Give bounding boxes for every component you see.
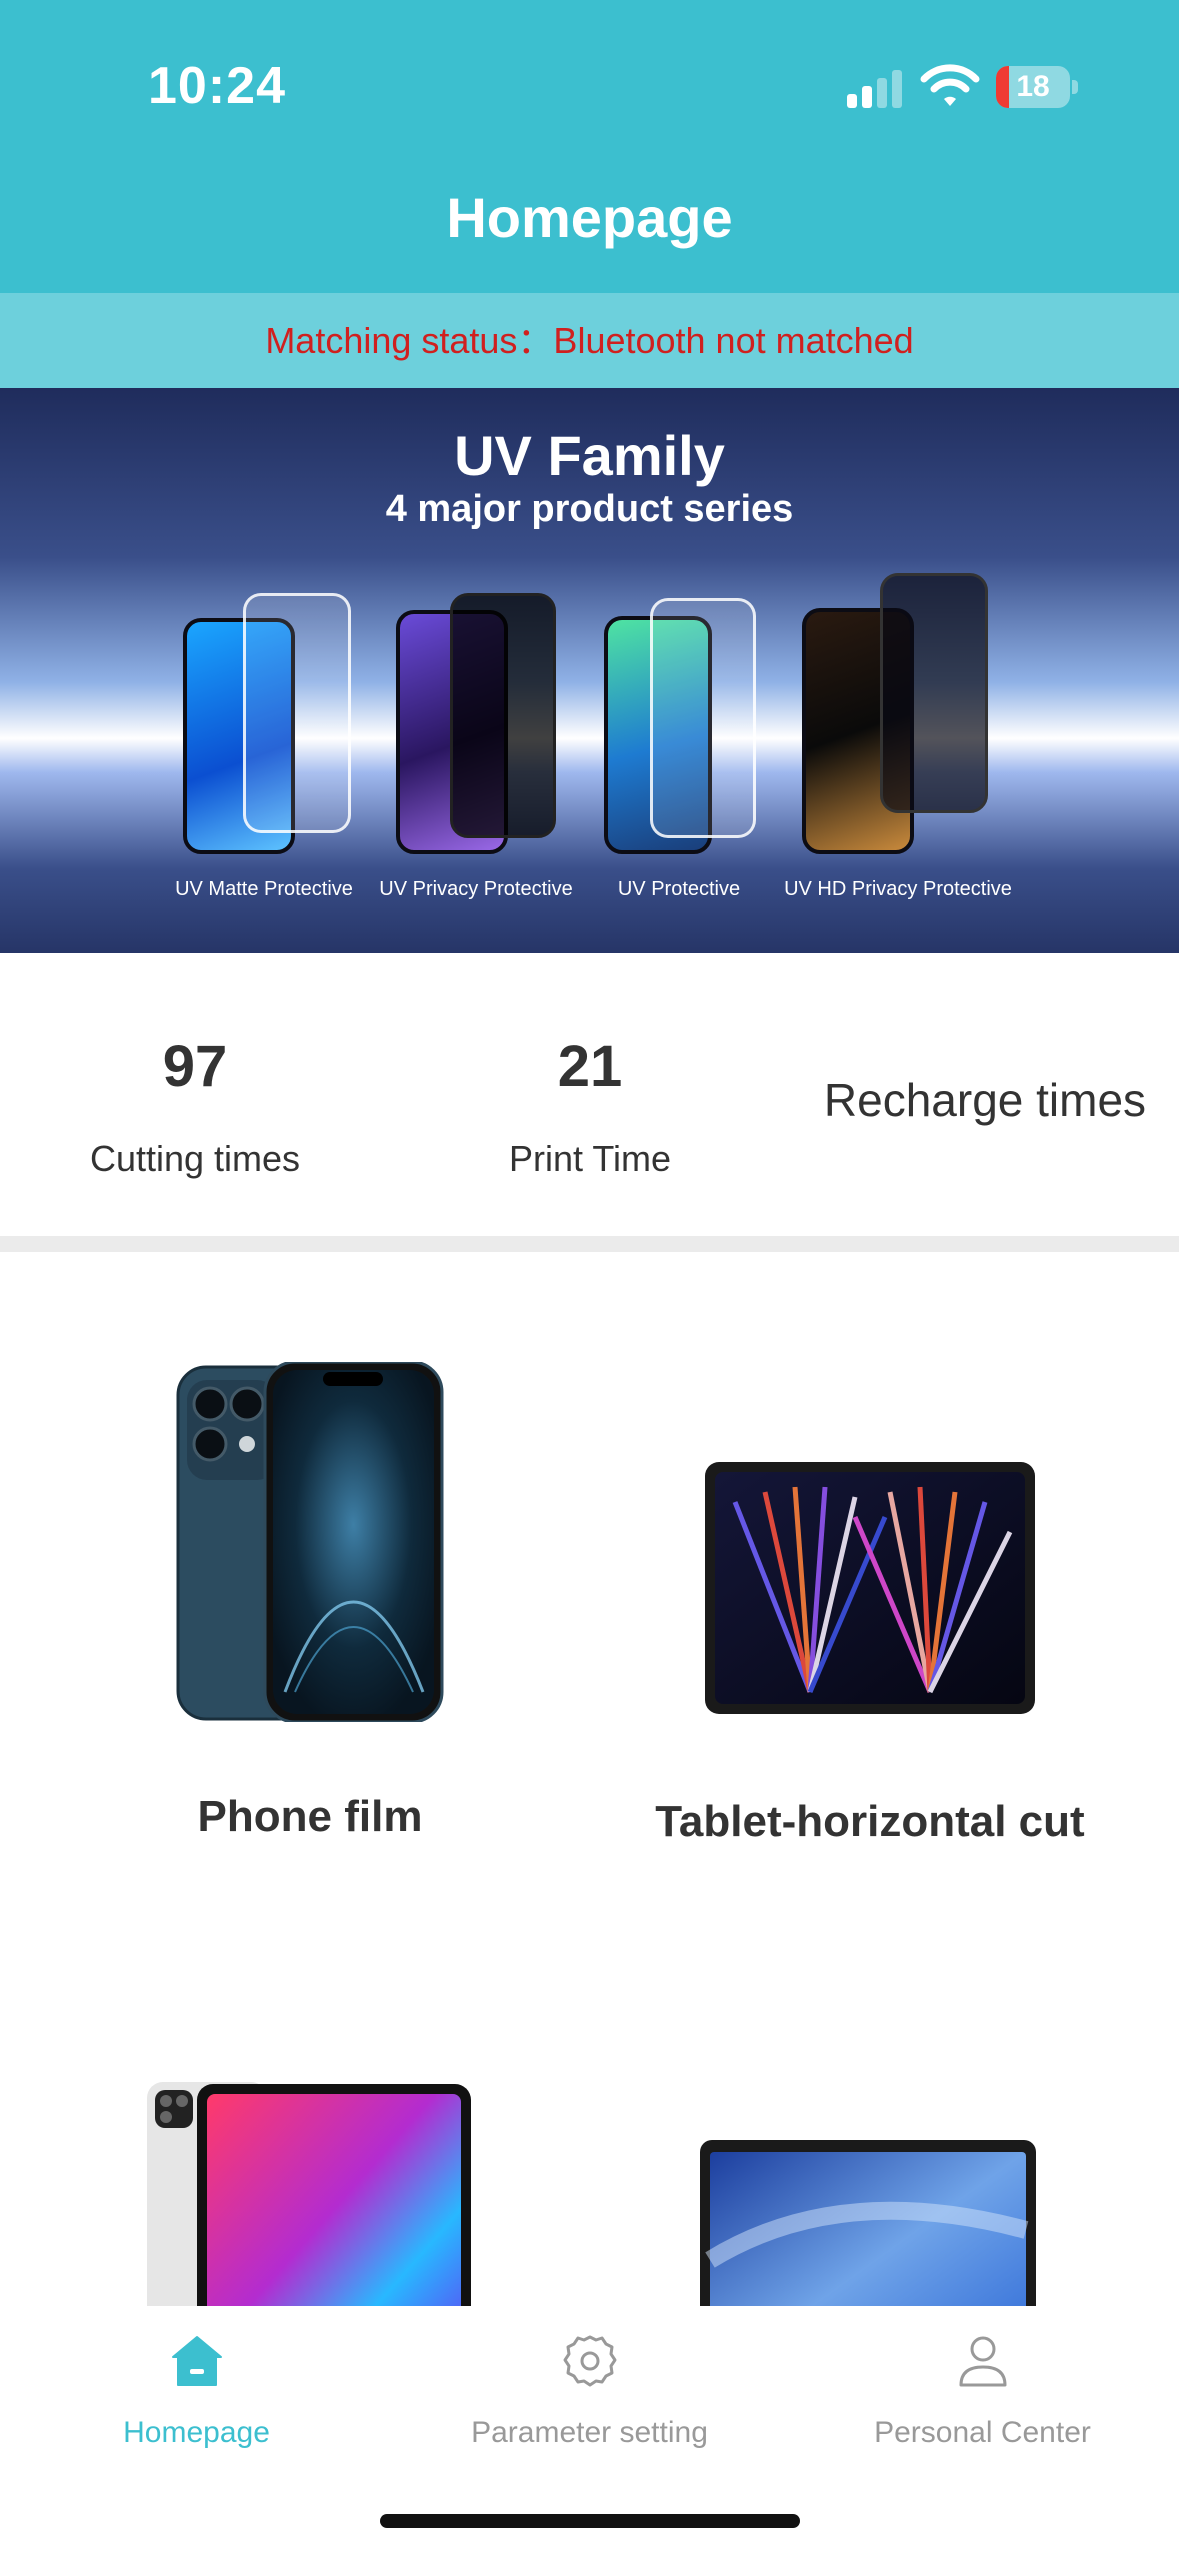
tab-label: Homepage: [123, 2416, 270, 2449]
phone-image: [176, 1362, 444, 1722]
status-time: 10:24: [148, 57, 286, 115]
grid-item-tablet-vertical[interactable]: [0, 2072, 590, 2306]
grid-item-phone-film[interactable]: Phone film: [0, 1252, 590, 1872]
cutting-times-value: 97: [162, 1034, 228, 1099]
tab-homepage[interactable]: Homepage: [0, 2306, 393, 2476]
banner-product-label: UV Protective: [617, 878, 741, 900]
banner-title: UV Family: [454, 424, 725, 487]
promo-banner[interactable]: UV Family 4 major product series UV Matt…: [0, 388, 1179, 953]
recharge-times-button[interactable]: Recharge times: [800, 1073, 1170, 1127]
matching-status-bar[interactable]: Matching status：Bluetooth not matched: [0, 293, 1179, 388]
grid-item-label: Tablet-horizontal cut: [655, 1797, 1085, 1846]
user-icon: [959, 2336, 1006, 2387]
page-title: Homepage: [446, 186, 733, 249]
tab-personal-center[interactable]: Personal Center: [786, 2306, 1179, 2476]
banner-product-label: UV HD Privacy Protective: [784, 878, 1012, 900]
wifi-icon: [920, 64, 980, 106]
tab-parameter-setting[interactable]: Parameter setting: [393, 2306, 786, 2476]
cutting-times-label: Cutting times: [89, 1138, 301, 1179]
app-header: 10:24 18 Homepage: [0, 0, 1179, 293]
home-icon: [171, 2336, 222, 2386]
battery-percent: 18: [1016, 70, 1050, 103]
cellular-signal-icon: [847, 70, 902, 108]
section-divider: [0, 1236, 1179, 1252]
banner-product-label: UV Matte Protective: [175, 878, 353, 900]
print-time-label: Print Time: [508, 1138, 672, 1179]
gear-icon: [563, 2335, 616, 2387]
grid-item-label: Phone film: [197, 1792, 423, 1841]
tab-label: Personal Center: [874, 2416, 1091, 2449]
grid-item-tablet-horizontal[interactable]: Tablet-horizontal cut: [590, 1252, 1179, 1872]
laptop-image: [700, 2140, 1036, 2306]
battery-icon: 18: [996, 66, 1078, 108]
print-time-value: 21: [557, 1034, 623, 1099]
ipad-image: [147, 2082, 471, 2306]
usage-stats: 97 Cutting times 21 Print Time Recharge …: [0, 953, 1179, 1236]
home-indicator: [380, 2514, 800, 2528]
tablet-image: [705, 1462, 1035, 1714]
tab-label: Parameter setting: [471, 2416, 708, 2449]
grid-item-laptop[interactable]: [590, 2072, 1179, 2306]
banner-subtitle: 4 major product series: [385, 488, 794, 530]
